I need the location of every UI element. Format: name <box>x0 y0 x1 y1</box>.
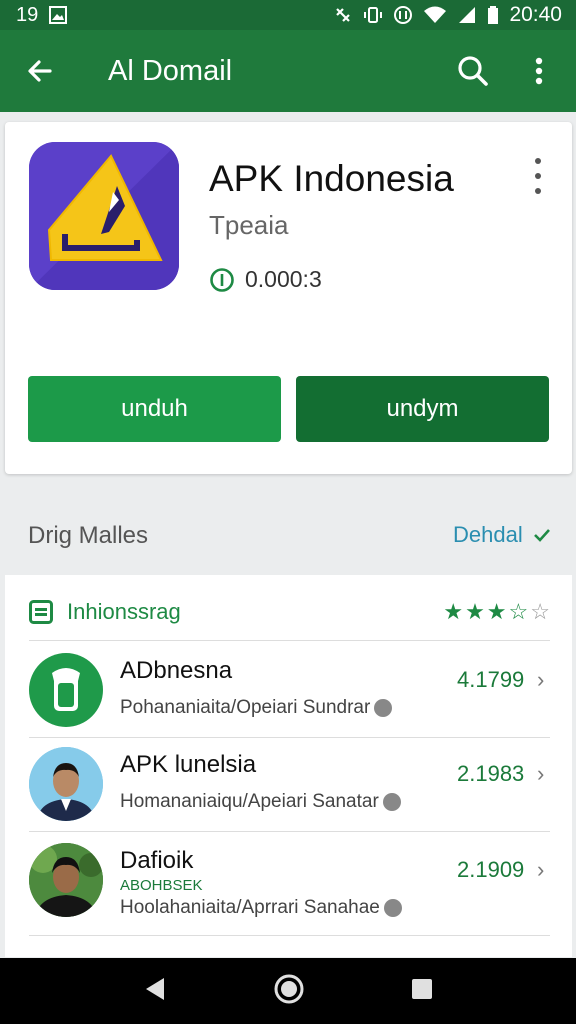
list-item-desc-text: Pohananiaita/Opeiari Sundrar <box>120 697 371 718</box>
more-vert-icon[interactable] <box>506 30 572 112</box>
list-item-desc: Pohananiaita/Opeiari Sundrar <box>120 697 393 719</box>
avatar <box>29 747 103 821</box>
page-title: Al Domail <box>108 54 233 87</box>
list-item-name: ADbnesna <box>120 657 233 684</box>
signal-icon <box>457 5 477 25</box>
search-icon[interactable] <box>440 30 506 112</box>
list-item-value: 2.1983 <box>457 761 525 786</box>
download-button[interactable]: unduh <box>28 376 281 442</box>
data-icon <box>393 5 413 25</box>
clock: 20:40 <box>509 3 562 26</box>
list-card: Inhionssrag ★ ★ ★ ☆ ☆ ADbnesna Pohanania… <box>5 575 572 957</box>
divider <box>29 640 550 641</box>
list-header-label: Inhionssrag <box>67 599 181 624</box>
app-bar: Al Domail <box>0 30 576 112</box>
info-circle-icon <box>210 267 234 292</box>
list-item[interactable]: ADbnesna Pohananiaita/Opeiari Sundrar 4.… <box>5 653 572 745</box>
list-item-desc: Homananiaiqu/Apeiari Sanatar <box>120 791 401 813</box>
check-icon <box>533 529 550 542</box>
list-item-desc-text: Hoolahaniaita/Aprrari Sanahae <box>120 897 380 918</box>
rating-stars: ★ ★ ★ ☆ ☆ <box>443 601 550 623</box>
card-more-icon[interactable] <box>527 158 549 194</box>
info-icon <box>382 793 401 811</box>
chevron-right-icon: › <box>537 857 545 882</box>
list-item-value: 2.1909 <box>457 857 525 882</box>
divider <box>29 831 550 832</box>
section-title: Drig Malles <box>28 522 149 549</box>
app-detail-card: APK Indonesia Tpeaia 0.000:3 unduh undym <box>5 122 572 474</box>
list-item-value: 4.1799 <box>457 667 525 692</box>
arrow-back-icon[interactable] <box>0 30 80 112</box>
vibrate-icon <box>363 5 383 25</box>
app-developer: Tpeaia <box>209 210 289 240</box>
star-half-icon: ☆ <box>508 599 529 624</box>
list-item[interactable]: Dafioik ABOHBSEK Hoolahaniaita/Aprrari S… <box>5 843 572 935</box>
status-bar: 19 20:40 <box>0 0 576 30</box>
star-full-icon: ★ <box>443 599 464 624</box>
info-icon <box>383 899 402 917</box>
home-nav-icon[interactable] <box>273 973 305 1010</box>
recents-nav-icon[interactable] <box>410 977 434 1006</box>
system-nav-bar <box>0 958 576 1024</box>
list-header: Inhionssrag ★ ★ ★ ☆ ☆ <box>29 597 550 627</box>
divider <box>29 935 550 936</box>
list-item-name: Dafioik <box>120 847 194 874</box>
back-nav-icon[interactable] <box>142 976 168 1007</box>
wifi-icon <box>423 5 447 25</box>
avatar <box>29 843 103 917</box>
app-logo-icon <box>29 142 179 290</box>
app-size: 0.000:3 <box>209 266 322 293</box>
star-empty-icon: ☆ <box>530 599 550 624</box>
list-item-desc-text: Homananiaiqu/Apeiari Sanatar <box>120 791 379 812</box>
star-full-icon: ★ <box>486 599 507 624</box>
info-icon <box>374 699 393 717</box>
avatar <box>29 653 103 727</box>
category-icon <box>29 600 53 624</box>
list-item[interactable]: APK lunelsia Homananiaiqu/Apeiari Sanata… <box>5 747 572 839</box>
app-size-value: 0.000:3 <box>245 266 322 292</box>
list-item-name: APK lunelsia <box>120 751 257 778</box>
star-full-icon: ★ <box>465 599 485 624</box>
notification-text: 19 <box>16 3 39 26</box>
battery-icon <box>487 5 499 25</box>
chevron-right-icon: › <box>537 761 545 786</box>
image-icon <box>48 5 68 25</box>
secondary-button[interactable]: undym <box>296 376 549 442</box>
list-item-desc: Hoolahaniaita/Aprrari Sanahae <box>120 897 402 919</box>
section-link[interactable]: Dehdal <box>453 522 551 548</box>
chevron-right-icon: › <box>537 667 545 692</box>
app-name: APK Indonesia <box>209 158 454 199</box>
section-link-label: Dehdal <box>453 522 523 547</box>
divider <box>29 737 550 738</box>
nfc-icon <box>333 5 353 25</box>
list-item-tag: ABOHBSEK <box>120 877 203 894</box>
